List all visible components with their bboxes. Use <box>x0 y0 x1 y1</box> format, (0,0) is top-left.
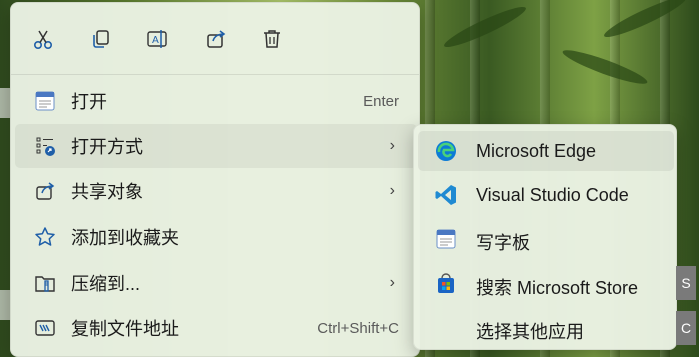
menu-item-label: 共享对象 <box>71 182 143 202</box>
share-button[interactable] <box>200 23 232 55</box>
rename-icon: A <box>147 30 167 48</box>
menu-item-copy-path[interactable]: 复制文件地址 Ctrl+Shift+C <box>15 306 417 350</box>
wordpad-icon <box>434 227 458 251</box>
context-toolbar: A <box>11 3 419 73</box>
edge-icon <box>434 139 458 163</box>
menu-item-label: 压缩到... <box>71 274 141 294</box>
copy-button[interactable] <box>85 23 117 55</box>
store-icon <box>434 272 458 296</box>
delete-icon <box>264 30 280 48</box>
delete-button[interactable] <box>256 23 288 55</box>
copy-path-icon <box>33 316 57 340</box>
menu-item-label: 打开 <box>71 92 107 112</box>
submenu-item-label: 搜索 Microsoft Store <box>476 278 639 298</box>
cut-button[interactable] <box>27 23 59 55</box>
submenu-item-label: Microsoft Edge <box>476 141 597 161</box>
desktop-edge-item <box>0 88 10 118</box>
zip-folder-icon <box>33 271 57 295</box>
bamboo-leaf <box>441 1 529 53</box>
edge-tab: S <box>676 266 696 300</box>
menu-item-add-favorites[interactable]: 添加到收藏夹 <box>15 215 417 259</box>
open-with-icon <box>33 134 57 158</box>
share-icon <box>207 30 226 48</box>
menu-item-compress-to[interactable]: 压缩到... › <box>15 261 417 305</box>
svg-text:A: A <box>152 35 159 46</box>
copy-icon <box>93 30 109 48</box>
menu-divider <box>11 74 419 75</box>
chevron-right-icon: › <box>389 182 395 199</box>
submenu-item-choose-other-app[interactable]: 选择其他应用 <box>418 308 674 348</box>
submenu-item-edge[interactable]: Microsoft Edge <box>418 131 674 171</box>
submenu-item-vscode[interactable]: Visual Studio Code <box>418 175 674 215</box>
star-icon <box>33 225 57 249</box>
submenu-item-label: Visual Studio Code <box>476 185 629 205</box>
context-menu: A 打开 Enter 打开方式 › 共享对象 › 添加到收藏夹 压缩到... ›… <box>10 2 420 357</box>
shortcut-text: Enter <box>363 92 399 110</box>
menu-item-open[interactable]: 打开 Enter <box>15 79 417 123</box>
menu-item-share-with[interactable]: 共享对象 › <box>15 169 417 213</box>
desktop-edge-item <box>0 290 10 320</box>
submenu-item-label: 选择其他应用 <box>476 322 584 342</box>
submenu-item-wordpad[interactable]: 写字板 <box>418 219 674 259</box>
share-icon <box>33 179 57 203</box>
open-with-submenu: Microsoft Edge Visual Studio Code 写字板 搜索… <box>413 124 677 350</box>
shortcut-text: Ctrl+Shift+C <box>317 319 399 337</box>
chevron-right-icon: › <box>389 137 395 154</box>
edge-tab: C <box>676 311 696 345</box>
menu-item-label: 添加到收藏夹 <box>71 228 179 248</box>
submenu-item-search-store[interactable]: 搜索 Microsoft Store <box>418 264 674 304</box>
submenu-item-label: 写字板 <box>476 233 530 253</box>
menu-item-open-with[interactable]: 打开方式 › <box>15 124 417 168</box>
menu-item-label: 打开方式 <box>71 137 143 157</box>
wordpad-icon <box>33 89 57 113</box>
cut-icon <box>33 30 53 50</box>
bamboo-leaf <box>560 45 650 89</box>
rename-button[interactable]: A <box>142 23 174 55</box>
chevron-right-icon: › <box>389 274 395 291</box>
menu-item-label: 复制文件地址 <box>71 319 179 339</box>
vscode-icon <box>434 183 458 207</box>
